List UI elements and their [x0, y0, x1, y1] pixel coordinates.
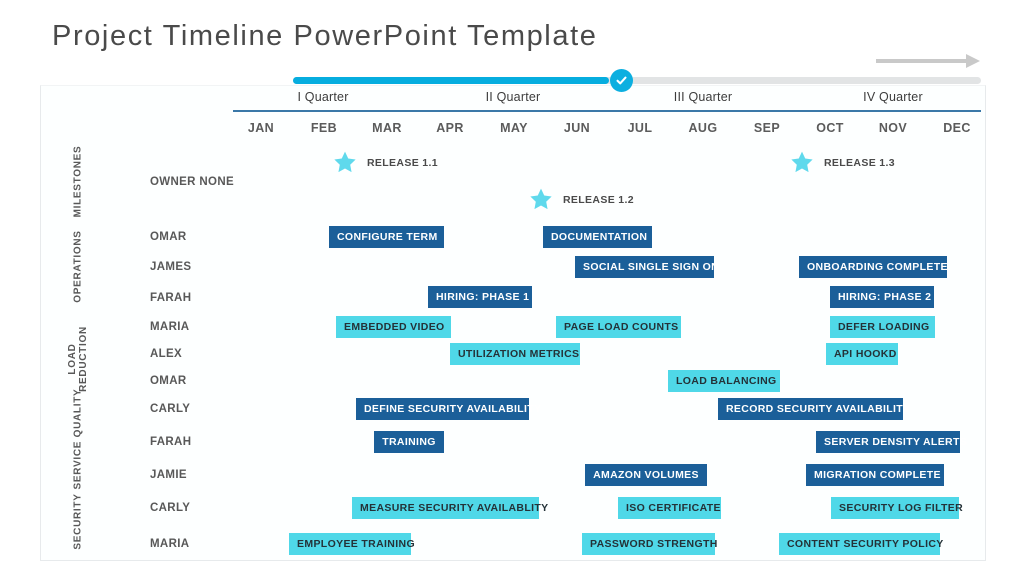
quarter-rule — [233, 110, 981, 112]
task-bar[interactable]: MIGRATION COMPLETE — [806, 464, 944, 486]
task-bar[interactable]: HIRING: PHASE 1 — [428, 286, 532, 308]
owner-name: MARIA — [150, 538, 190, 550]
month-label: JUN — [563, 121, 591, 135]
month-label: NOV — [878, 121, 908, 135]
owner-name: OMAR — [150, 231, 187, 243]
star-icon — [789, 150, 815, 175]
milestone-label: RELEASE 1.2 — [563, 193, 634, 206]
month-label: JAN — [247, 121, 275, 135]
task-bar[interactable]: LOAD BALANCING — [668, 370, 780, 392]
progress-fill — [293, 77, 610, 84]
month-label: OCT — [816, 121, 844, 135]
owner-name: ALEX — [150, 348, 183, 360]
milestone-label: RELEASE 1.3 — [824, 156, 895, 169]
progress-track[interactable] — [293, 77, 981, 84]
month-label: FEB — [310, 121, 338, 135]
owner-name: CARLY — [150, 403, 191, 415]
owner-name: MARIA — [150, 321, 190, 333]
owner-name: JAMIE — [150, 469, 187, 481]
milestone[interactable]: RELEASE 1.2 — [528, 187, 634, 212]
task-bar[interactable]: SERVER DENSITY ALERTS — [816, 431, 967, 453]
category-security: SECURITY — [72, 493, 84, 550]
quarter-label: II Quarter — [485, 90, 541, 104]
milestone[interactable]: RELEASE 1.1 — [332, 150, 438, 175]
owner-name: OWNER NONE — [150, 176, 234, 188]
task-bar[interactable]: HIRING: PHASE 2 — [830, 286, 934, 308]
task-bar[interactable]: API HOOKD — [826, 343, 898, 365]
month-label: MAY — [500, 121, 528, 135]
task-bar[interactable]: UTILIZATION METRICS — [450, 343, 580, 365]
task-bar[interactable]: DEFER LOADING — [830, 316, 935, 338]
quarter-label: IV Quarter — [863, 90, 923, 104]
task-bar[interactable]: SECURITY LOG FILTER — [831, 497, 963, 519]
task-bar[interactable]: RECORD SECURITY AVAILABILITY — [718, 398, 910, 420]
owner-name: CARLY — [150, 502, 191, 514]
task-bar[interactable]: MEASURE SECURITY AVAILABLITY — [352, 497, 548, 519]
task-bar[interactable]: TRAINING — [374, 431, 444, 453]
owner-name: JAMES — [150, 261, 192, 273]
task-bar[interactable]: CONFIGURE TERM — [329, 226, 444, 248]
month-label: AUG — [688, 121, 718, 135]
check-circle-icon[interactable] — [610, 69, 633, 92]
month-label: DEC — [943, 121, 971, 135]
category-milestones: MILESTONES — [72, 145, 84, 218]
task-bar[interactable]: ONBOARDING COMPLETE — [799, 256, 947, 278]
milestone-label: RELEASE 1.1 — [367, 156, 438, 169]
task-bar[interactable]: PAGE LOAD COUNTS — [556, 316, 681, 338]
quarter-label: I Quarter — [297, 90, 349, 104]
star-icon — [332, 150, 358, 175]
month-label: MAR — [372, 121, 402, 135]
task-bar[interactable]: EMPLOYEE TRAINING — [289, 533, 415, 555]
task-bar[interactable]: EMBEDDED VIDEO — [336, 316, 451, 338]
task-bar[interactable]: DEFINE SECURITY AVAILABILITY — [356, 398, 541, 420]
slide-title: Project Timeline PowerPoint Template — [52, 20, 598, 52]
task-bar[interactable]: SOCIAL SINGLE SIGN ON — [575, 256, 719, 278]
quarter-label: III Quarter — [673, 90, 733, 104]
owner-name: OMAR — [150, 375, 187, 387]
task-bar[interactable]: PASSWORD STRENGTH — [582, 533, 717, 555]
task-bar[interactable]: CONTENT SECURITY POLICY — [779, 533, 943, 555]
category-service-quality: SERVICE QUALITY — [72, 388, 84, 490]
owner-name: FARAH — [150, 436, 192, 448]
task-bar[interactable]: AMAZON VOLUMES — [585, 464, 707, 486]
owner-name: FARAH — [150, 292, 192, 304]
month-label: APR — [436, 121, 464, 135]
arrow-right-icon — [876, 52, 980, 70]
month-label: JUL — [627, 121, 653, 135]
milestone[interactable]: RELEASE 1.3 — [789, 150, 895, 175]
category-operations: OPERATIONS — [72, 230, 84, 303]
task-bar[interactable]: DOCUMENTATION — [543, 226, 652, 248]
month-label: SEP — [753, 121, 781, 135]
star-icon — [528, 187, 554, 212]
task-bar[interactable]: ISO CERTIFICATE — [618, 497, 721, 519]
